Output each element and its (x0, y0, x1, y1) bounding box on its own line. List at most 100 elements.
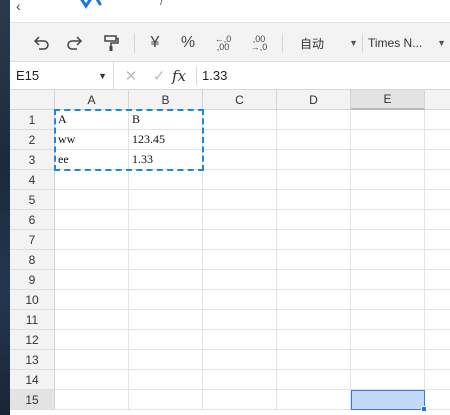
column-header-b[interactable]: B (129, 90, 203, 110)
increase-decimal-button[interactable]: ←,0 ,00 (210, 31, 236, 55)
cell-c6[interactable] (203, 210, 277, 230)
row-header-11[interactable]: 11 (10, 310, 55, 330)
cell-f1[interactable] (425, 110, 450, 130)
back-chevron-icon[interactable]: ‹ (16, 0, 21, 14)
name-box[interactable]: E15 ▼ (10, 62, 114, 89)
formula-input[interactable]: 1.33 (202, 62, 227, 89)
cell-d2[interactable] (277, 130, 351, 150)
cell-a1[interactable]: A (55, 110, 129, 130)
cell-a8[interactable] (55, 250, 129, 270)
cell-b14[interactable] (129, 370, 203, 390)
cell-d8[interactable] (277, 250, 351, 270)
cell-f11[interactable] (425, 310, 450, 330)
cell-a5[interactable] (55, 190, 129, 210)
cell-f13[interactable] (425, 350, 450, 370)
cell-c9[interactable] (203, 270, 277, 290)
cell-d7[interactable] (277, 230, 351, 250)
currency-format-button[interactable]: ¥ (144, 31, 166, 55)
cell-b7[interactable] (129, 230, 203, 250)
cell-a2[interactable]: ww (55, 130, 129, 150)
cell-d3[interactable] (277, 150, 351, 170)
row-header-13[interactable]: 13 (10, 350, 55, 370)
cell-d10[interactable] (277, 290, 351, 310)
fill-handle[interactable] (421, 406, 427, 412)
cell-b6[interactable] (129, 210, 203, 230)
cell-a14[interactable] (55, 370, 129, 390)
cell-c14[interactable] (203, 370, 277, 390)
cell-b4[interactable] (129, 170, 203, 190)
row-header-9[interactable]: 9 (10, 270, 55, 290)
cell-f4[interactable] (425, 170, 450, 190)
undo-button[interactable] (28, 31, 54, 55)
cell-f14[interactable] (425, 370, 450, 390)
row-header-2[interactable]: 2 (10, 130, 55, 150)
cell-a7[interactable] (55, 230, 129, 250)
cell-b15[interactable] (129, 390, 203, 410)
cell-d6[interactable] (277, 210, 351, 230)
chevron-down-icon[interactable]: ▼ (98, 71, 107, 81)
row-header-14[interactable]: 14 (10, 370, 55, 390)
decrease-decimal-button[interactable]: ,00 →,0 (246, 31, 272, 55)
row-header-7[interactable]: 7 (10, 230, 55, 250)
cell-f7[interactable] (425, 230, 450, 250)
cell-a9[interactable] (55, 270, 129, 290)
cell-f5[interactable] (425, 190, 450, 210)
cell-a10[interactable] (55, 290, 129, 310)
cell-f3[interactable] (425, 150, 450, 170)
cell-e14[interactable] (351, 370, 425, 390)
column-header-c[interactable]: C (203, 90, 277, 110)
cell-d5[interactable] (277, 190, 351, 210)
cell-c2[interactable] (203, 130, 277, 150)
confirm-edit-icon[interactable]: ✓ (148, 67, 170, 85)
format-painter-button[interactable] (98, 31, 124, 55)
cell-a12[interactable] (55, 330, 129, 350)
cell-e4[interactable] (351, 170, 425, 190)
select-all-corner[interactable] (10, 90, 55, 110)
cell-e7[interactable] (351, 230, 425, 250)
cell-e6[interactable] (351, 210, 425, 230)
cell-e2[interactable] (351, 130, 425, 150)
cell-e1[interactable] (351, 110, 425, 130)
cell-c10[interactable] (203, 290, 277, 310)
cell-e8[interactable] (351, 250, 425, 270)
cell-f6[interactable] (425, 210, 450, 230)
cell-c7[interactable] (203, 230, 277, 250)
cell-f15[interactable] (425, 390, 450, 410)
cell-c3[interactable] (203, 150, 277, 170)
row-header-1[interactable]: 1 (10, 110, 55, 130)
cell-d14[interactable] (277, 370, 351, 390)
cell-e11[interactable] (351, 310, 425, 330)
cell-a3[interactable]: ee (55, 150, 129, 170)
cell-a11[interactable] (55, 310, 129, 330)
function-icon[interactable]: fx (172, 67, 192, 85)
row-header-12[interactable]: 12 (10, 330, 55, 350)
cell-c1[interactable] (203, 110, 277, 130)
font-family-dropdown[interactable]: Times N... ▼ (366, 31, 446, 55)
cell-e5[interactable] (351, 190, 425, 210)
cell-d9[interactable] (277, 270, 351, 290)
cell-c11[interactable] (203, 310, 277, 330)
cell-d15[interactable] (277, 390, 351, 410)
cell-c8[interactable] (203, 250, 277, 270)
cell-f12[interactable] (425, 330, 450, 350)
cell-b11[interactable] (129, 310, 203, 330)
column-header-d[interactable]: D (277, 90, 351, 110)
cell-f8[interactable] (425, 250, 450, 270)
row-header-8[interactable]: 8 (10, 250, 55, 270)
cell-a13[interactable] (55, 350, 129, 370)
percent-format-button[interactable]: % (176, 31, 200, 55)
cell-e3[interactable] (351, 150, 425, 170)
cell-b2[interactable]: 123.45 (129, 130, 203, 150)
row-header-6[interactable]: 6 (10, 210, 55, 230)
cell-e12[interactable] (351, 330, 425, 350)
column-header-e[interactable]: E (351, 90, 425, 110)
cell-b3[interactable]: 1.33 (129, 150, 203, 170)
cell-e13[interactable] (351, 350, 425, 370)
cell-d1[interactable] (277, 110, 351, 130)
cell-e15[interactable] (351, 390, 425, 410)
number-format-dropdown[interactable]: 自动 ▼ (294, 31, 358, 55)
row-header-10[interactable]: 10 (10, 290, 55, 310)
cell-a15[interactable] (55, 390, 129, 410)
cell-b5[interactable] (129, 190, 203, 210)
cell-b1[interactable]: B (129, 110, 203, 130)
